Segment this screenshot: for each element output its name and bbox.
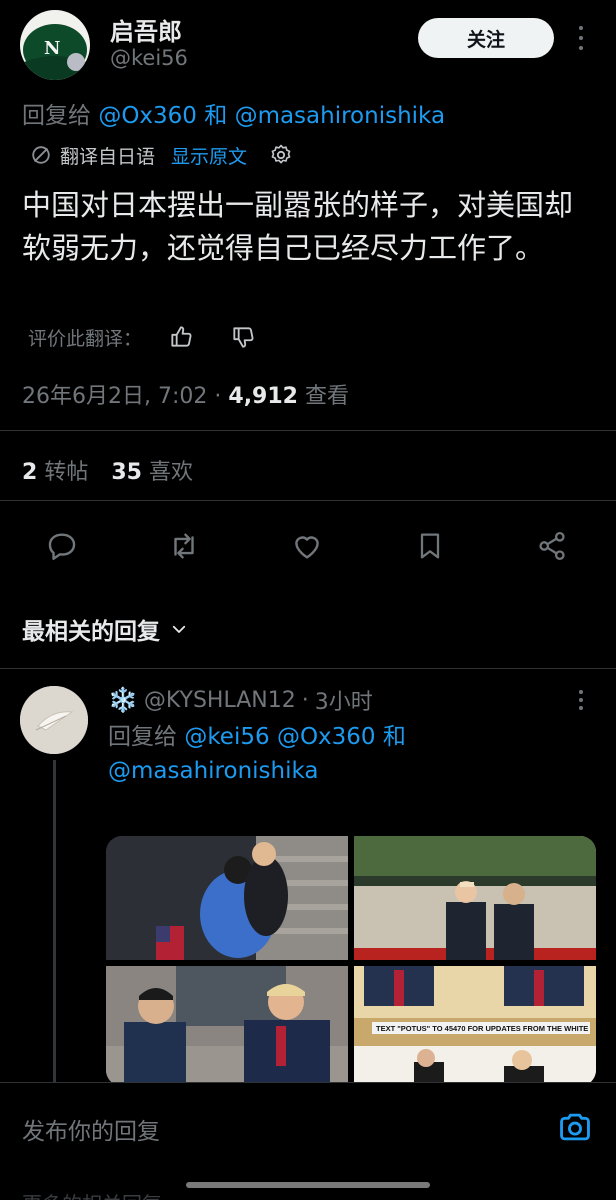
svg-text:N: N xyxy=(44,38,60,59)
bookmark-icon[interactable] xyxy=(410,524,450,568)
divider xyxy=(0,500,616,501)
media-photo[interactable] xyxy=(106,836,348,960)
rate-translation-row: 评价此翻译： xyxy=(28,322,256,352)
more-replies-hint: 更多的相关回复 xyxy=(22,1188,162,1200)
reply-replying-prefix: 回复给 xyxy=(108,724,177,750)
reply-input[interactable]: 发布你的回复 xyxy=(22,1112,160,1146)
media-caption: TEXT "POTUS" TO 45470 FOR UPDATES FROM T… xyxy=(372,1022,590,1034)
reply-author-handle[interactable]: @KYSHLAN12 xyxy=(144,688,296,713)
reposts-label: 转帖 xyxy=(44,460,89,485)
sort-label: 最相关的回复 xyxy=(22,619,160,645)
media-photo[interactable]: TEXT "POTUS" TO 45470 FOR UPDATES FROM T… xyxy=(354,966,596,1086)
likes-count: 35 xyxy=(111,460,142,485)
likes-label: 喜欢 xyxy=(148,460,193,485)
reply-separator: · xyxy=(301,687,309,713)
translate-icon xyxy=(32,146,50,164)
tweet-meta: 26年6月2日, 7:02 · 4,912 查看 xyxy=(22,378,349,410)
reply-replying-joiner: 和 xyxy=(382,724,406,750)
reposts-count: 2 xyxy=(22,460,38,485)
likes-stat[interactable]: 35 喜欢 xyxy=(111,460,193,485)
reply-media-grid[interactable]: TEXT "POTUS" TO 45470 FOR UPDATES FROM T… xyxy=(106,836,596,1086)
gear-icon[interactable] xyxy=(269,143,293,167)
views-count: 4,912 xyxy=(228,384,298,409)
reply-replying-to: 回复给 @kei56 @Ox360 和 @masahironishika xyxy=(108,720,588,788)
feather-avatar-image xyxy=(20,686,88,754)
reply-header: ❄️ @KYSHLAN12 · 3小时 xyxy=(108,684,373,716)
cap-avatar-image: N xyxy=(20,10,90,80)
camera-icon[interactable] xyxy=(556,1108,594,1146)
reply-time[interactable]: 3小时 xyxy=(315,684,373,716)
tweet-text: 中国对日本摆出一副嚣张的样子，对美国却软弱无力，还觉得自己已经尽力工作了。 xyxy=(22,188,574,265)
thumbs-down-icon[interactable] xyxy=(230,324,256,350)
share-icon[interactable] xyxy=(532,524,572,568)
timestamp[interactable]: 26年6月2日, 7:02 xyxy=(22,384,207,409)
chevron-down-icon xyxy=(172,625,186,633)
replying-to-prefix: 回复给 xyxy=(22,103,91,129)
author-name[interactable]: 启吾郎 xyxy=(110,12,182,47)
replying-to-joiner: 和 xyxy=(204,103,228,129)
mention-link[interactable]: @Ox360 xyxy=(98,103,197,129)
reply-icon[interactable] xyxy=(42,524,82,568)
author-handle[interactable]: @kei56 xyxy=(110,46,188,70)
reply-author-avatar[interactable] xyxy=(20,686,88,754)
reply-sort-dropdown[interactable]: 最相关的回复 xyxy=(22,612,188,646)
mention-link[interactable]: @Ox360 xyxy=(277,724,376,750)
meta-separator: · xyxy=(214,384,222,409)
engagement-stats: 2 转帖 35 喜欢 xyxy=(22,454,193,486)
show-original-link[interactable]: 显示原文 xyxy=(171,142,247,169)
mention-link[interactable]: @masahironishika xyxy=(108,758,319,784)
reply-more-options-icon[interactable] xyxy=(574,688,588,712)
thumbs-up-icon[interactable] xyxy=(168,324,194,350)
mention-link[interactable]: @kei56 xyxy=(184,724,269,750)
tweet-action-bar xyxy=(0,524,616,568)
reply-author-name[interactable]: ❄️ xyxy=(108,686,138,714)
reposts-stat[interactable]: 2 转帖 xyxy=(22,460,88,485)
author-avatar[interactable]: N xyxy=(20,10,90,80)
divider xyxy=(0,668,616,669)
replying-to: 回复给 @Ox360 和 @masahironishika xyxy=(22,96,445,130)
translation-row: 翻译自日语 显示原文 xyxy=(30,140,293,170)
translated-from-label: 翻译自日语 xyxy=(60,145,156,168)
views-label: 查看 xyxy=(304,384,349,409)
divider xyxy=(0,430,616,431)
like-icon[interactable] xyxy=(287,524,327,568)
media-photo[interactable] xyxy=(354,836,596,960)
rate-translation-label: 评价此翻译： xyxy=(28,327,143,350)
media-photo[interactable] xyxy=(106,966,348,1086)
more-options-icon[interactable] xyxy=(574,22,588,54)
home-indicator[interactable] xyxy=(186,1182,430,1188)
thread-line xyxy=(53,760,56,1082)
mention-link[interactable]: @masahironishika xyxy=(235,103,446,129)
repost-icon[interactable] xyxy=(164,524,204,568)
follow-button[interactable]: 关注 xyxy=(418,18,554,58)
